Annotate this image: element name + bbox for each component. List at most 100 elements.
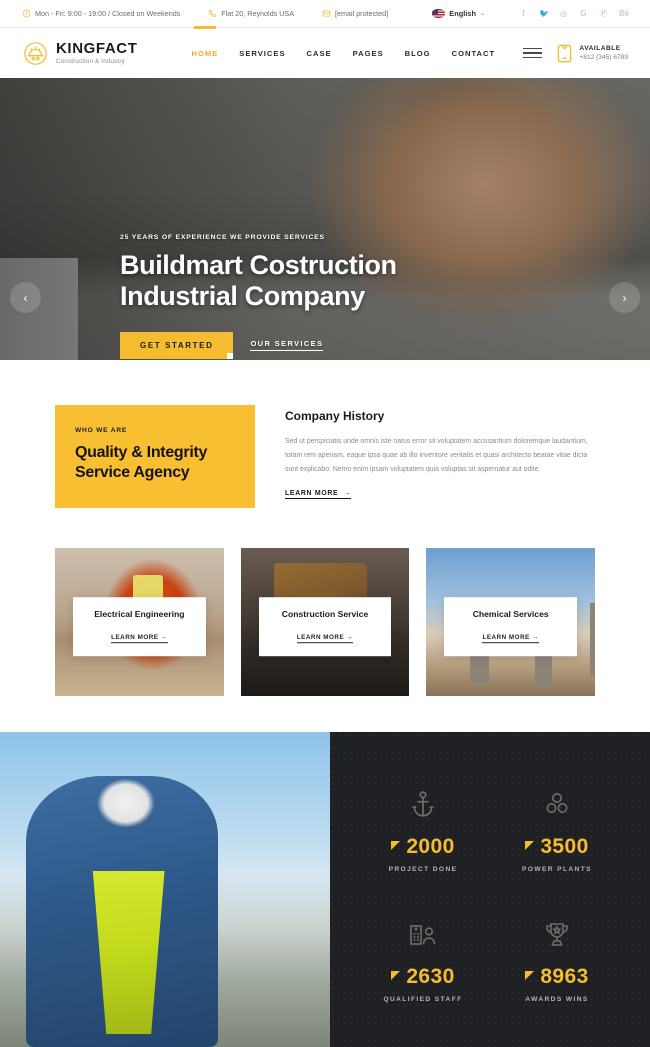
stat-value: 2000 <box>406 835 455 858</box>
service-card-electrical[interactable]: Electrical Engineering LEARN MORE → <box>55 548 224 697</box>
carousel-next-arrow-icon[interactable]: › <box>609 282 640 313</box>
stats-photo <box>0 732 330 1047</box>
stat-value-row: 3500 <box>525 836 588 857</box>
social-links: f 🐦 ◎ G Ⓟ Bē <box>519 9 629 18</box>
stat-value: 8963 <box>540 964 589 988</box>
service-card-learn-more-link[interactable]: LEARN MORE → <box>296 634 354 644</box>
stat-value-row: 8963 <box>525 966 588 987</box>
topbar-address: Flat 20, Reynolds USA <box>208 9 294 18</box>
about-left: WHO WE ARE Quality & Integrity Service A… <box>55 405 255 509</box>
get-started-button[interactable]: GET STARTED <box>120 331 234 359</box>
page-root: Mon - Fri: 9:00 - 19:00 / Closed on Week… <box>0 0 650 1047</box>
hero-title-line2: Industrial Company <box>120 281 365 312</box>
stat-value: 3500 <box>540 835 589 858</box>
stat-label: AWARDS WINS <box>525 995 589 1003</box>
arrow-right-icon: → <box>343 490 352 498</box>
service-card-link-label: LEARN MORE <box>111 634 159 642</box>
hero-title-line1: Buildmart Costruction <box>120 250 397 280</box>
main-nav: HOME SERVICES CASE PAGES BLOG CONTACT <box>191 45 495 62</box>
company-history-learn-more-link[interactable]: LEARN MORE → <box>285 490 352 500</box>
brand-tagline: Construction & Industry <box>56 57 125 65</box>
hero-cta-group: GET STARTED OUR SERVICES <box>120 331 397 359</box>
behance-icon[interactable]: Bē <box>619 9 629 18</box>
service-cards: Electrical Engineering LEARN MORE → Cons… <box>0 508 650 697</box>
chevron-down-icon[interactable]: ⌄ <box>480 10 485 17</box>
service-card-construction[interactable]: Construction Service LEARN MORE → <box>240 548 410 697</box>
anchor-icon <box>356 788 490 822</box>
topbar-address-text: Flat 20, Reynolds USA <box>221 9 295 18</box>
language-label[interactable]: English <box>449 9 476 18</box>
stat-label: QUALIFIED STAFF <box>383 995 463 1003</box>
brand-text: KINGFACT Construction & Industry <box>56 41 137 65</box>
triangle-marker-icon <box>525 841 535 850</box>
service-card-label: Electrical Engineering LEARN MORE → <box>73 597 206 657</box>
google-icon[interactable]: G <box>579 9 588 18</box>
company-history-body: Sed ut perspiciatis unde omnis iste natu… <box>285 438 588 474</box>
stats-grid: 2000 PROJECT DONE 3500 POWER PLANTS 2630… <box>330 732 650 1047</box>
service-card-label: Chemical Services LEARN MORE → <box>444 597 578 657</box>
service-card-title: Construction Service <box>281 609 369 620</box>
about-section: WHO WE ARE Quality & Integrity Service A… <box>0 360 650 509</box>
brand-name: KINGFACT <box>56 40 138 58</box>
who-we-are-headline-line1: Quality & Integrity <box>75 444 208 461</box>
service-card-label: Construction Service LEARN MORE → <box>258 597 392 657</box>
triangle-marker-icon <box>391 841 401 850</box>
nav-item-case[interactable]: CASE <box>307 45 332 62</box>
envelope-icon <box>322 10 331 17</box>
topbar-email[interactable]: [email protected] <box>322 9 388 18</box>
nav-item-home[interactable]: HOME <box>191 45 218 62</box>
arrow-right-icon: → <box>532 634 539 642</box>
us-flag-icon <box>432 9 446 18</box>
helmet-gear-logo-icon <box>24 41 47 65</box>
language-selector[interactable]: English ⌄ <box>432 9 485 18</box>
mobile-phone-icon <box>558 44 572 62</box>
availability-title: AVAILABLE <box>579 45 621 52</box>
who-we-are-headline-line2: Service Agency <box>75 463 190 481</box>
stat-value: 2630 <box>406 964 455 988</box>
stat-value-row: 2630 <box>391 966 454 987</box>
trophy-icon <box>490 918 624 952</box>
header-right: AVAILABLE +812 (345) 6789 <box>523 44 628 63</box>
our-services-link[interactable]: OUR SERVICES <box>250 339 324 352</box>
service-card-learn-more-link[interactable]: LEARN MORE → <box>482 634 539 644</box>
who-we-are-kicker: WHO WE ARE <box>75 427 128 434</box>
brand-logo[interactable]: KINGFACT Construction & Industry <box>22 40 137 67</box>
availability-text: AVAILABLE +812 (345) 6789 <box>579 45 628 61</box>
about-right: Company History Sed ut perspiciatis unde… <box>285 405 595 508</box>
site-header: KINGFACT Construction & Industry HOME SE… <box>0 28 650 78</box>
stat-awards-wins: 8963 AWARDS WINS <box>490 918 624 1047</box>
topbar-email-text[interactable]: [email protected] <box>335 9 388 18</box>
nav-item-blog[interactable]: BLOG <box>405 45 431 62</box>
clock-icon <box>22 9 31 18</box>
instagram-icon[interactable]: ◎ <box>559 9 568 18</box>
nav-item-pages[interactable]: PAGES <box>353 45 384 62</box>
hero-kicker: 25 YEARS OF EXPERIENCE WE PROVIDE SERVIC… <box>120 234 325 241</box>
pinterest-icon[interactable]: Ⓟ <box>599 9 608 18</box>
nav-item-services[interactable]: SERVICES <box>239 45 285 62</box>
carousel-prev-arrow-icon[interactable]: ‹ <box>10 282 41 313</box>
facebook-icon[interactable]: f <box>519 9 528 18</box>
hero-content: 25 YEARS OF EXPERIENCE WE PROVIDE SERVIC… <box>120 234 397 359</box>
phone-icon <box>209 9 217 18</box>
who-we-are-card: WHO WE ARE Quality & Integrity Service A… <box>55 405 255 509</box>
nav-item-contact[interactable]: CONTACT <box>452 45 496 62</box>
twitter-icon[interactable]: 🐦 <box>539 9 549 18</box>
topbar-hours-text: Mon - Fri: 9:00 - 19:00 / Closed on Week… <box>35 9 181 18</box>
building-person-icon <box>356 918 490 952</box>
stats-panel: 2000 PROJECT DONE 3500 POWER PLANTS 2630… <box>330 732 650 1047</box>
service-card-title: Electrical Engineering <box>94 609 185 620</box>
top-bar: Mon - Fri: 9:00 - 19:00 / Closed on Week… <box>0 0 650 28</box>
availability-block[interactable]: AVAILABLE +812 (345) 6789 <box>556 44 628 63</box>
arrow-right-icon: → <box>346 634 354 642</box>
stat-power-plants: 3500 POWER PLANTS <box>490 788 624 918</box>
hamburger-menu-icon[interactable] <box>523 47 543 59</box>
service-card-title: Chemical Services <box>472 609 549 620</box>
stat-label: POWER PLANTS <box>522 866 592 873</box>
arrow-right-icon: → <box>160 634 168 642</box>
service-card-link-label: LEARN MORE <box>482 634 530 642</box>
service-card-chemical[interactable]: Chemical Services LEARN MORE → <box>426 548 596 697</box>
availability-phone[interactable]: +812 (345) 6789 <box>579 54 628 61</box>
hero-title: Buildmart Costruction Industrial Company <box>120 250 397 313</box>
service-card-learn-more-link[interactable]: LEARN MORE → <box>111 634 168 644</box>
service-card-link-label: LEARN MORE <box>296 634 345 642</box>
